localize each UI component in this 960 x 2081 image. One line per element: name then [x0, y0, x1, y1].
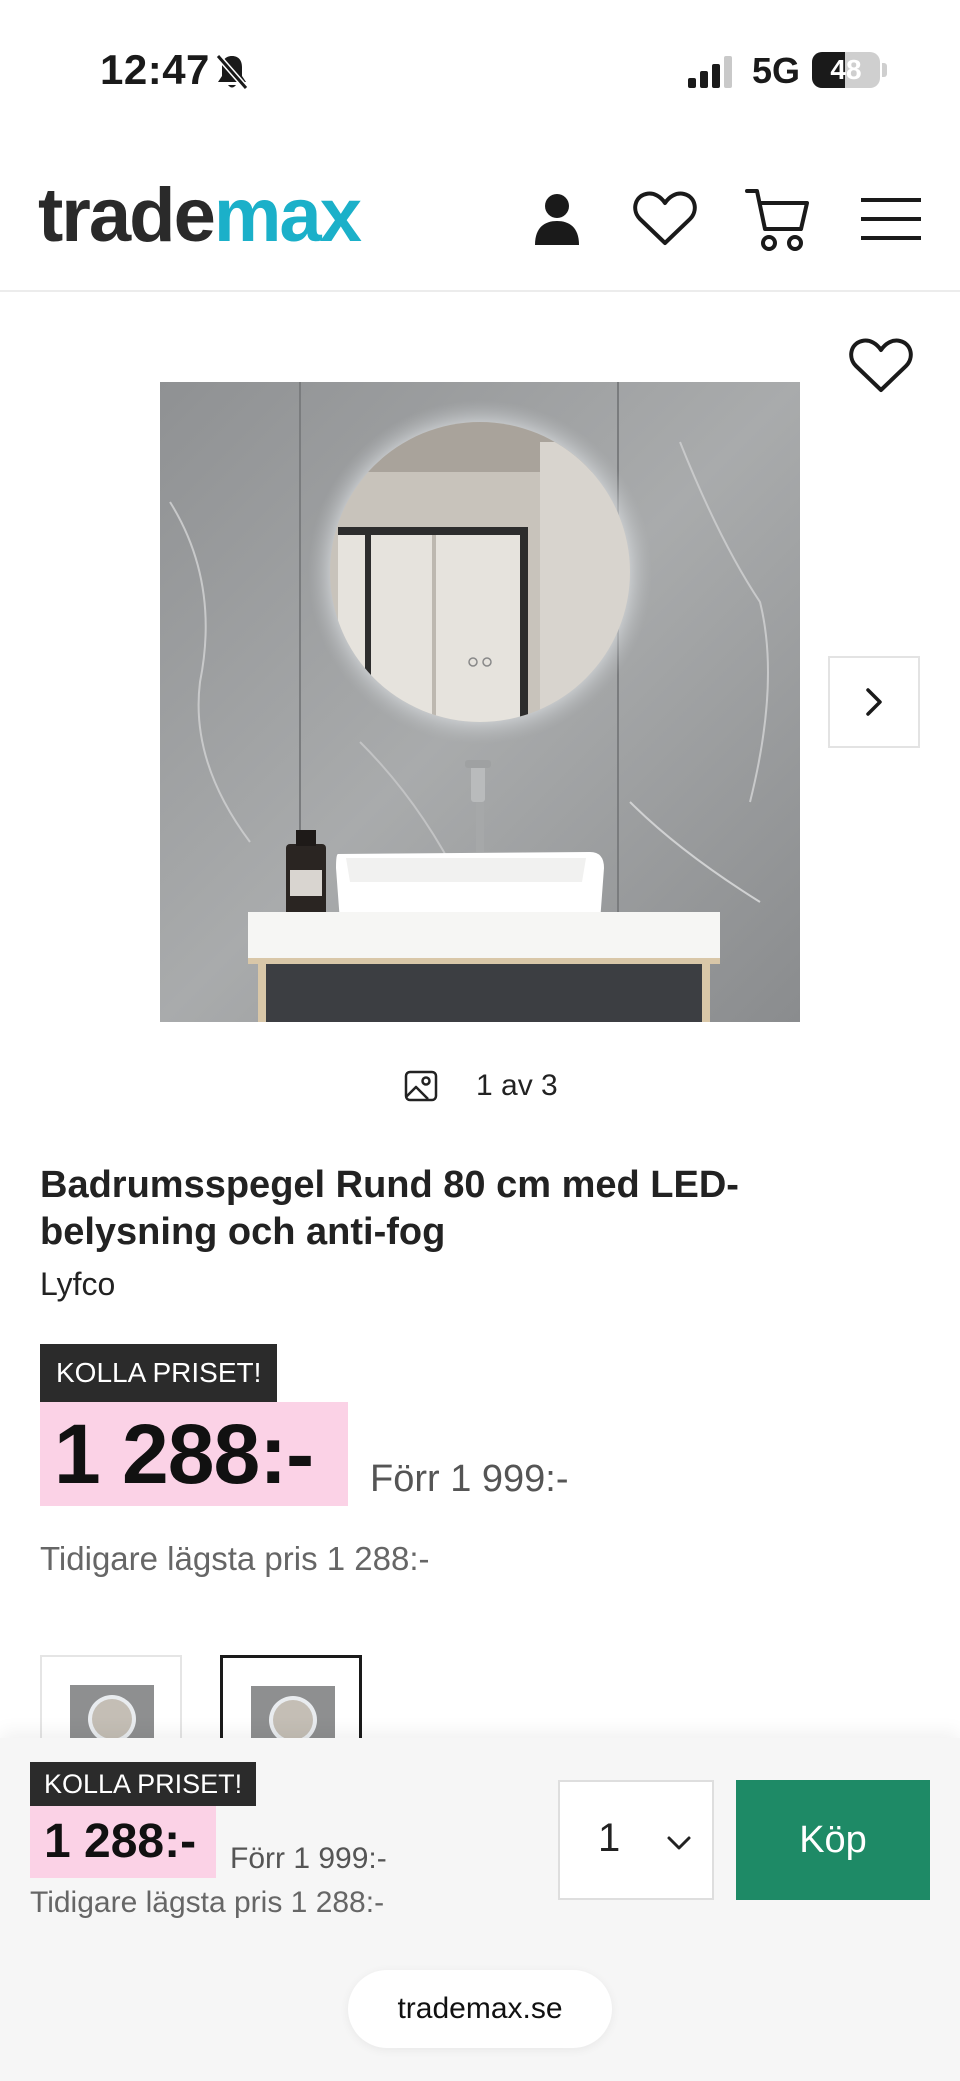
logo-part-trade: trade	[38, 173, 216, 258]
price-highlight: 1 288:-	[40, 1402, 348, 1506]
cart-button[interactable]	[742, 184, 812, 254]
buy-button[interactable]: Köp	[736, 1780, 930, 1900]
chevron-down-icon	[667, 1836, 691, 1850]
battery-level: 48	[830, 54, 862, 85]
image-icon	[404, 1070, 438, 1102]
product-brand[interactable]: Lyfco	[40, 1266, 115, 1303]
gallery-next-button[interactable]	[828, 656, 920, 748]
sticky-lowest-price-note: Tidigare lägsta pris 1 288:-	[30, 1886, 385, 1919]
quantity-value: 1	[598, 1816, 621, 1860]
price-badge: KOLLA PRISET!	[40, 1344, 278, 1402]
add-to-wishlist-button[interactable]	[848, 336, 914, 396]
mirror-photo	[160, 382, 800, 1022]
menu-button[interactable]	[856, 184, 926, 254]
network-type: 5G	[752, 50, 801, 91]
heart-icon	[849, 338, 913, 392]
lowest-price-note: Tidigare lägsta pris 1 288:-	[40, 1540, 430, 1577]
browser-url-bar[interactable]: trademax.se	[348, 1970, 612, 2048]
site-header: trademax	[0, 150, 960, 292]
sticky-price-highlight: 1 288:-	[30, 1806, 216, 1878]
trademax-logo[interactable]: trademax	[38, 178, 362, 254]
logo-part-max: max	[213, 173, 362, 258]
sticky-price-badge: KOLLA PRISET!	[30, 1762, 257, 1806]
wishlist-button[interactable]	[630, 184, 700, 254]
chevron-right-icon	[866, 688, 882, 716]
gallery-counter: 1 av 3	[404, 1066, 558, 1106]
battery-icon: 48	[812, 52, 880, 88]
account-button[interactable]	[522, 184, 592, 254]
wishlist-icon	[633, 191, 697, 245]
cart-icon	[745, 189, 809, 251]
status-bar: 12:47 5G 48	[0, 0, 960, 140]
bell-muted-icon	[215, 54, 249, 90]
product-price: 1 288:-	[54, 1407, 314, 1501]
menu-icon	[861, 198, 921, 240]
status-time: 12:47	[100, 46, 210, 93]
battery-tip	[882, 63, 887, 77]
old-price: Förr 1 999:-	[370, 1458, 569, 1500]
gallery-counter-text: 1 av 3	[476, 1069, 558, 1102]
account-icon	[535, 194, 579, 245]
sticky-price: 1 288:-	[44, 1815, 197, 1868]
product-image[interactable]	[160, 382, 800, 1022]
signal-icon	[688, 56, 732, 88]
product-title: Badrumsspegel Rund 80 cm med LED-belysni…	[40, 1164, 739, 1253]
quantity-select[interactable]: 1	[558, 1780, 714, 1900]
sticky-old-price: Förr 1 999:-	[230, 1842, 387, 1875]
